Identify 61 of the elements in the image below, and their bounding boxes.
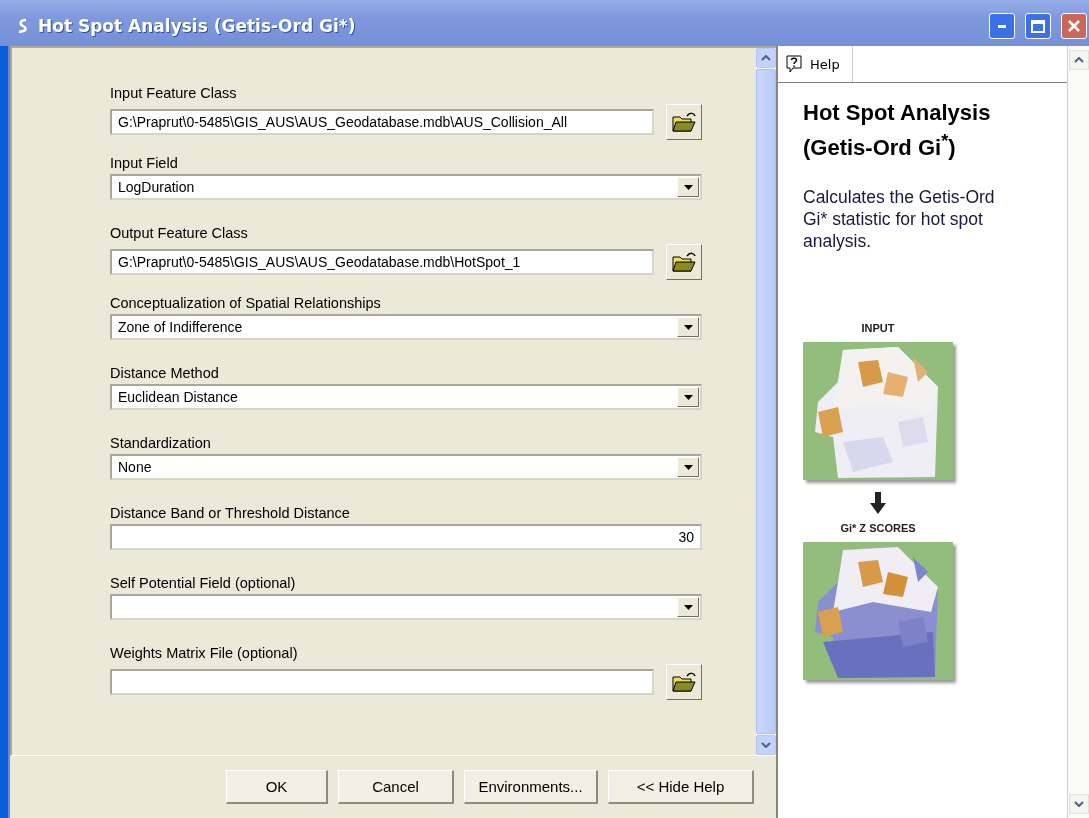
field-label: Distance Method: [110, 364, 220, 383]
dialog-button[interactable]: << Hide Help: [608, 770, 754, 804]
app-icon: [16, 18, 30, 34]
minimize-button[interactable]: [989, 13, 1015, 39]
field-label: Input Field: [110, 154, 179, 173]
close-icon: [1067, 19, 1081, 33]
caret-icon: [683, 394, 693, 400]
window-title: Hot Spot Analysis (Getis-Ord Gi*): [38, 16, 357, 36]
field-label: Self Potential Field (optional): [110, 574, 297, 593]
caret-icon: [761, 55, 771, 61]
caret-icon: [683, 324, 693, 330]
dialog-button[interactable]: Environments...: [464, 770, 598, 804]
folder-icon: [671, 671, 697, 693]
dropdown-arrow-button[interactable]: [677, 597, 699, 617]
figure-caption: INPUT: [860, 322, 896, 335]
help-description: Calculates the Getis-Ord Gi* statistic for hot spot analysis.: [803, 186, 996, 253]
path-field[interactable]: G:\Praprut\0-5485\GIS_AUS\AUS_Geodatabase.mdb\HotSpot_1: [110, 249, 654, 275]
caret-icon: [1074, 57, 1084, 63]
help-tab[interactable]: Help: [778, 46, 853, 82]
help-title: Hot Spot Analysis (Getis-Ord Gi$^{*}$): [803, 99, 992, 163]
field-label: Standardization: [110, 434, 212, 453]
field-label: Input Feature Class: [110, 84, 238, 103]
field-label: Distance Band or Threshold Distance: [110, 504, 351, 523]
number-field[interactable]: 30: [110, 524, 702, 550]
scroll-up-button[interactable]: [756, 48, 776, 68]
path-field[interactable]: [110, 669, 654, 695]
scroll-up-button[interactable]: [1069, 50, 1089, 70]
maximize-button[interactable]: [1025, 13, 1051, 39]
scroll-down-button[interactable]: [756, 735, 776, 755]
minimize-icon: [998, 24, 1006, 28]
dropdown-field[interactable]: None: [110, 454, 702, 480]
field-label: Weights Matrix File (optional): [110, 644, 299, 663]
browse-button[interactable]: [666, 244, 702, 280]
dropdown-arrow-button[interactable]: [677, 457, 699, 477]
browse-button[interactable]: [666, 104, 702, 140]
dialog-button[interactable]: Cancel: [338, 770, 454, 804]
dropdown-field[interactable]: Zone of Indifference: [110, 314, 702, 340]
dropdown-arrow-button[interactable]: [677, 177, 699, 197]
caret-icon: [683, 604, 693, 610]
dropdown-arrow-button[interactable]: [677, 387, 699, 407]
close-button[interactable]: [1061, 13, 1087, 39]
figure-caption: Gi* Z SCORES: [839, 522, 917, 535]
browse-button[interactable]: [666, 664, 702, 700]
caret-icon: [683, 184, 693, 190]
folder-icon: [671, 251, 697, 273]
folder-icon: [671, 111, 697, 133]
caret-icon: [1074, 801, 1084, 807]
field-label: Output Feature Class: [110, 224, 249, 243]
dropdown-arrow-button[interactable]: [677, 317, 699, 337]
caret-icon: [683, 464, 693, 470]
path-field[interactable]: G:\Praprut\0-5485\GIS_AUS\AUS_Geodatabase.mdb\AUS_Collision_All: [110, 109, 654, 135]
dropdown-field[interactable]: Euclidean Distance: [110, 384, 702, 410]
maximize-icon: [1031, 19, 1045, 33]
scroll-down-button[interactable]: [1069, 794, 1089, 814]
down-arrow-icon: [870, 492, 886, 515]
field-label: Conceptualization of Spatial Relationships: [110, 294, 382, 313]
dropdown-field[interactable]: [110, 594, 702, 620]
dialog-button[interactable]: OK: [226, 770, 328, 804]
help-icon: [786, 55, 802, 73]
dropdown-field[interactable]: LogDuration: [110, 174, 702, 200]
caret-icon: [761, 742, 771, 748]
